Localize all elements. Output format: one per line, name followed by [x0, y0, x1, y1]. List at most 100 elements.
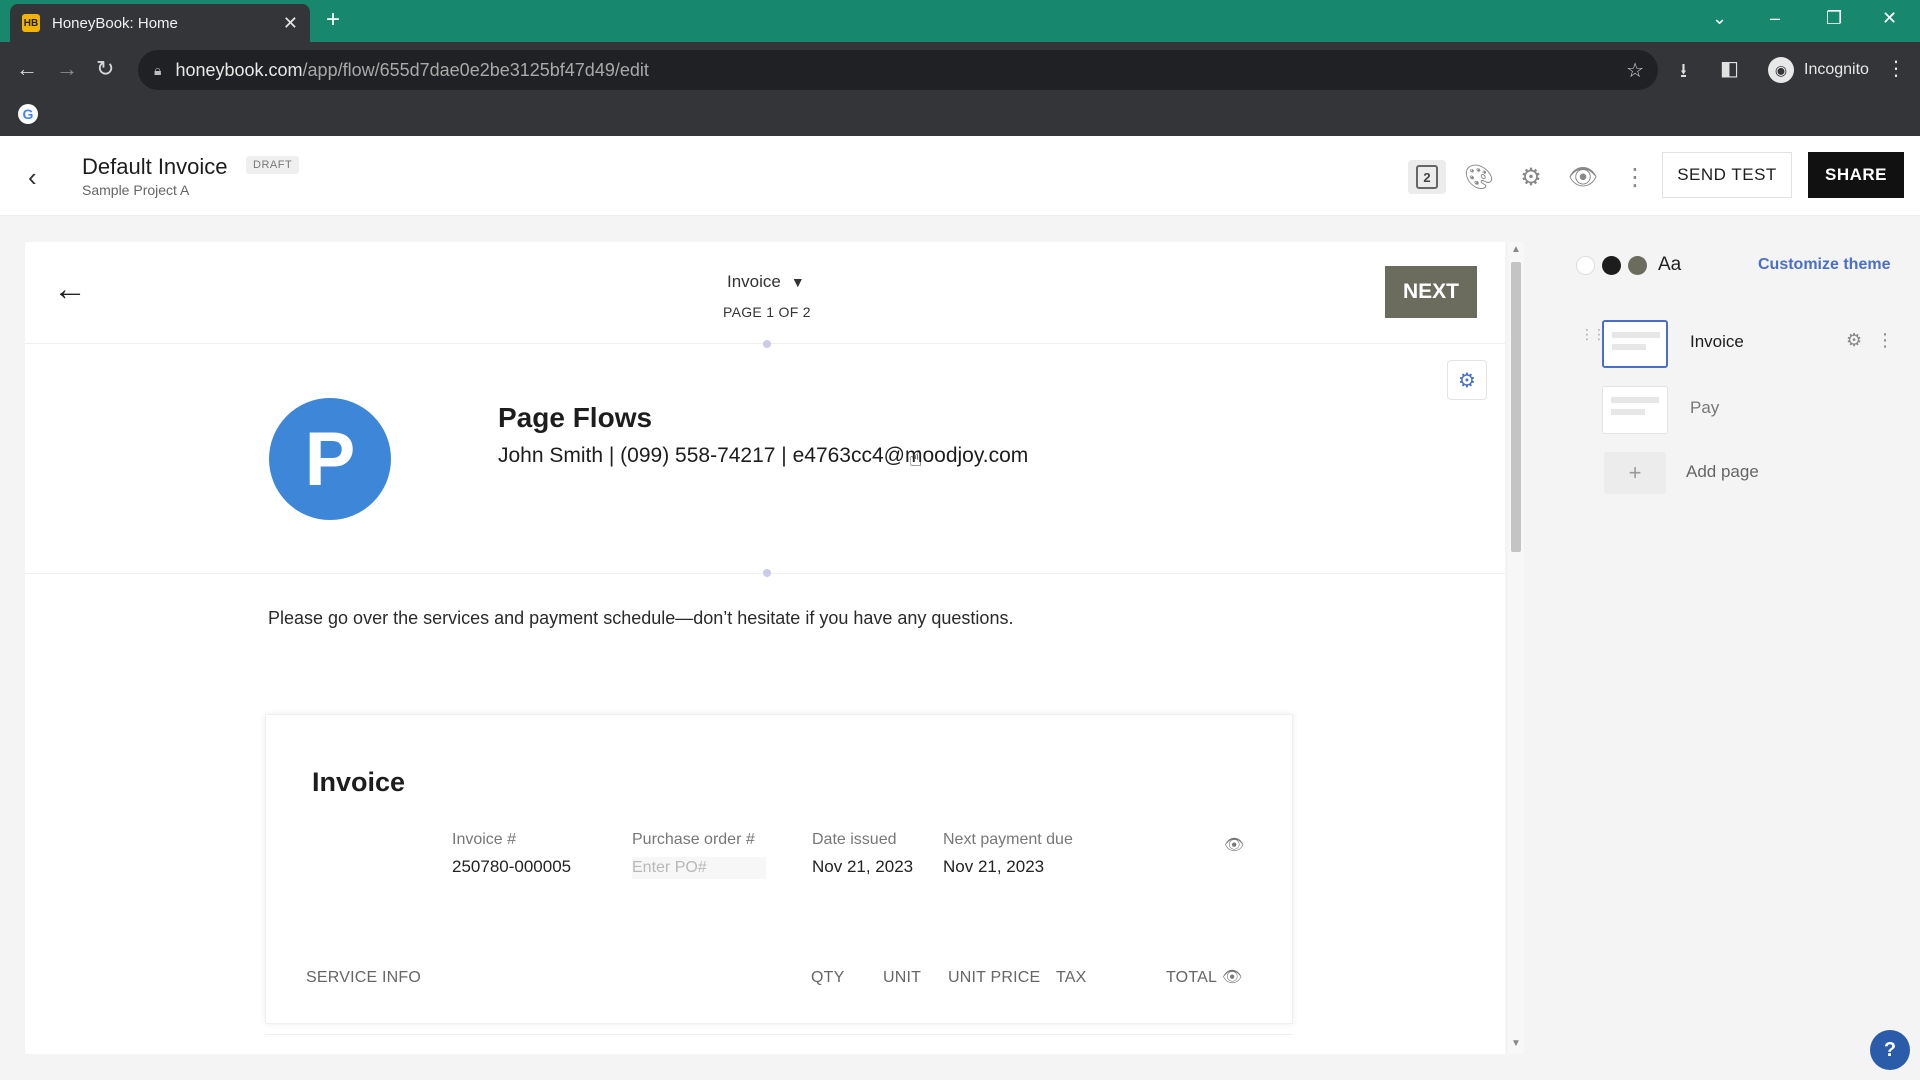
invoice-number-value: 250780-000005	[452, 857, 572, 876]
tab-title: HoneyBook: Home	[52, 14, 178, 32]
page-more-options-icon[interactable]: ⋮	[1876, 330, 1894, 351]
minimize-icon[interactable]: –	[1770, 8, 1780, 29]
google-bookmark-icon[interactable]: G	[18, 104, 38, 124]
section-handle-dot[interactable]	[763, 569, 771, 577]
company-logo[interactable]: P	[269, 398, 391, 520]
browser-tab[interactable]: HB HoneyBook: Home ✕	[10, 4, 310, 42]
forward-icon[interactable]: →	[56, 56, 78, 82]
page-selector-label: Invoice	[727, 272, 781, 291]
chevron-down-icon: ▼	[790, 274, 805, 290]
tab-search-chevron-icon[interactable]: ⌄	[1712, 8, 1727, 29]
purchase-order-field: Purchase order # Enter PO#	[632, 831, 766, 879]
page-label-pay[interactable]: Pay	[1690, 398, 1719, 418]
section-handle-dot[interactable]	[763, 340, 771, 348]
settings-gear-icon[interactable]: ⚙	[1512, 160, 1550, 194]
date-issued-label: Date issued	[812, 831, 897, 848]
url-host: honeybook.com	[175, 59, 303, 80]
date-issued-field: Date issued Nov 21, 2023	[812, 831, 913, 877]
back-chevron-icon[interactable]: ‹	[28, 162, 37, 193]
reload-icon[interactable]: ↻	[96, 56, 114, 82]
document-title: Default Invoice	[82, 154, 228, 179]
add-page-button[interactable]: +	[1604, 452, 1666, 494]
purchase-order-input[interactable]: Enter PO#	[632, 857, 766, 879]
canvas-nav: ← Invoice ▼ PAGE 1 OF 2 NEXT	[25, 242, 1505, 344]
next-button[interactable]: NEXT	[1385, 266, 1477, 318]
pages-toggle-button[interactable]: 2	[1408, 160, 1446, 194]
incognito-label: Incognito	[1804, 61, 1869, 78]
browser-tab-bar: HB HoneyBook: Home ✕ + ⌄ – ❐ ✕	[0, 0, 1920, 42]
share-button[interactable]: SHARE	[1808, 152, 1904, 198]
page-settings-gear-icon[interactable]: ⚙	[1846, 330, 1862, 351]
theme-color-swatch[interactable]	[1628, 256, 1647, 275]
gear-icon: ⚙	[1458, 369, 1476, 392]
page-thumbnail-invoice[interactable]	[1602, 320, 1668, 368]
column-total: TOTAL	[1166, 969, 1218, 986]
next-payment-due-field: Next payment due Nov 21, 2023	[943, 831, 1073, 877]
page-canvas: ← Invoice ▼ PAGE 1 OF 2 NEXT ⚙ P Page Fl…	[25, 242, 1505, 1054]
url-path: /app/flow/655d7dae0e2be3125bf47d49/edit	[302, 59, 649, 80]
hand-cursor-icon: ☝︎	[909, 446, 923, 471]
window-close-icon[interactable]: ✕	[1882, 8, 1897, 29]
column-service-info: SERVICE INFO	[306, 969, 422, 986]
scrollbar-thumb[interactable]	[1511, 262, 1521, 552]
visibility-eye-icon[interactable]: 👁︎	[1222, 967, 1242, 987]
side-panel-icon[interactable]: ◧	[1720, 56, 1739, 81]
column-unit: UNIT	[883, 969, 922, 986]
preview-eye-icon[interactable]: 👁︎	[1564, 160, 1602, 194]
back-icon[interactable]: ←	[16, 56, 38, 82]
page-thumbnail-pay[interactable]	[1602, 386, 1668, 434]
project-name: Sample Project A	[82, 182, 190, 198]
section-settings-button[interactable]: ⚙	[1447, 360, 1487, 400]
drag-handle-icon[interactable]: ⋮⋮	[1580, 326, 1606, 343]
restore-icon[interactable]: ❐	[1826, 8, 1842, 29]
add-page-label[interactable]: Add page	[1686, 462, 1759, 482]
browser-menu-icon[interactable]: ⋮	[1886, 56, 1906, 81]
column-unit-price: UNIT PRICE	[948, 969, 1041, 986]
download-icon[interactable]: ⭳	[1680, 56, 1687, 90]
customize-theme-link[interactable]: Customize theme	[1758, 256, 1890, 274]
next-payment-due-label: Next payment due	[943, 831, 1073, 848]
theme-color-swatch[interactable]	[1602, 256, 1621, 275]
company-contact-info[interactable]: John Smith | (099) 558-74217 | e4763cc4@…	[498, 444, 1028, 468]
page-indicator: PAGE 1 OF 2	[723, 304, 811, 320]
pages-panel: Aa Customize theme ⋮⋮ Invoice ⚙ ⋮ Pay + …	[1540, 216, 1920, 1080]
purchase-order-label: Purchase order #	[632, 831, 755, 848]
page-label-invoice[interactable]: Invoice	[1690, 332, 1744, 352]
lock-icon: 🔒︎	[154, 61, 162, 78]
scroll-up-icon[interactable]: ▲	[1511, 244, 1521, 255]
new-tab-icon[interactable]: +	[326, 8, 340, 32]
company-name[interactable]: Page Flows	[498, 402, 652, 434]
help-button[interactable]: ?	[1870, 1030, 1910, 1070]
status-badge: DRAFT	[246, 156, 300, 174]
next-payment-due-value: Nov 21, 2023	[943, 857, 1045, 876]
column-qty: QTY	[811, 969, 845, 986]
browser-toolbar: ← → ↻ 🔒︎ honeybook.com/app/flow/655d7dae…	[0, 42, 1920, 98]
scroll-down-icon[interactable]: ▼	[1511, 1038, 1521, 1049]
bookmarks-bar	[0, 98, 1920, 136]
intro-text[interactable]: Please go over the services and payment …	[268, 608, 1013, 629]
palette-icon[interactable]: 🎨︎	[1460, 160, 1498, 194]
incognito-indicator[interactable]: ◉ Incognito	[1758, 50, 1879, 90]
invoice-title: Invoice	[312, 767, 406, 797]
canvas-scrollbar[interactable]: ▲ ▼	[1508, 242, 1524, 1054]
invoice-number-field: Invoice # 250780-000005	[452, 831, 571, 877]
invoice-block[interactable]: Invoice Invoice # 250780-000005 Purchase…	[265, 714, 1293, 1024]
more-options-icon[interactable]: ⋮	[1616, 160, 1654, 194]
theme-color-swatch[interactable]	[1576, 256, 1595, 275]
invoice-items-area	[265, 1034, 1293, 1054]
close-tab-icon[interactable]: ✕	[283, 13, 298, 34]
theme-font-label[interactable]: Aa	[1658, 254, 1681, 276]
previous-page-arrow-icon[interactable]: ←	[53, 270, 87, 309]
date-issued-value[interactable]: Nov 21, 2023	[812, 857, 913, 877]
send-test-button[interactable]: SEND TEST	[1662, 152, 1792, 198]
editor-header: ‹ Default Invoice DRAFT Sample Project A…	[0, 136, 1920, 216]
visibility-eye-icon[interactable]: 👁︎	[1224, 835, 1244, 855]
honeybook-favicon-icon: HB	[22, 14, 40, 32]
plus-icon: +	[1628, 460, 1642, 485]
address-bar[interactable]: 🔒︎ honeybook.com/app/flow/655d7dae0e2be3…	[138, 50, 1658, 90]
column-tax: TAX	[1056, 969, 1087, 986]
bookmark-star-icon[interactable]: ☆	[1626, 58, 1644, 83]
page-selector[interactable]: Invoice ▼	[727, 272, 805, 292]
pages-icon: 2	[1416, 165, 1438, 189]
invoice-number-label: Invoice #	[452, 831, 517, 848]
